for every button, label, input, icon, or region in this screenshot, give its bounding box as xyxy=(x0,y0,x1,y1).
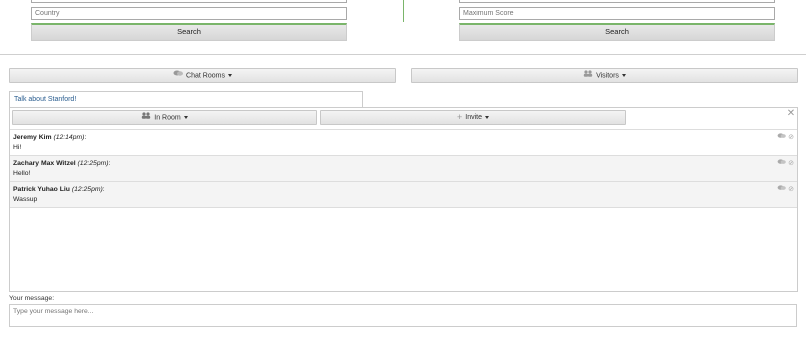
in-room-button[interactable]: In Room xyxy=(12,110,317,125)
composer-label: Your message: xyxy=(9,295,55,302)
people-icon xyxy=(141,111,151,124)
message-input[interactable] xyxy=(9,304,797,327)
block-icon[interactable]: ⊘ xyxy=(788,134,794,141)
list-item: Patrick Yuhao Liu (12:25pm): Wassup ⊘ xyxy=(10,182,797,208)
chat-rooms-button[interactable]: Chat Rooms xyxy=(9,68,396,83)
chat-rooms-label: Chat Rooms xyxy=(186,72,225,80)
vertical-divider xyxy=(403,0,404,22)
message-list: Jeremy Kim (12:14pm): Hi! ⊘ Zachary Max … xyxy=(10,129,797,208)
in-room-label: In Room xyxy=(154,114,181,122)
message-actions: ⊘ xyxy=(777,133,794,143)
message-time: (12:25pm) xyxy=(71,186,103,193)
left-search-button[interactable]: Search xyxy=(31,23,347,41)
room-tab-label: Talk about Stanford! xyxy=(14,96,77,103)
message-author: Patrick Yuhao Liu xyxy=(13,186,70,193)
chat-bubbles-icon[interactable] xyxy=(777,185,786,193)
chat-bubbles-icon[interactable] xyxy=(777,159,786,167)
right-field-above[interactable] xyxy=(459,0,775,3)
close-icon[interactable]: ✕ xyxy=(786,108,796,120)
list-item: Zachary Max Witzel (12:25pm): Hello! ⊘ xyxy=(10,156,797,182)
country-input[interactable] xyxy=(31,7,347,20)
message-author: Jeremy Kim xyxy=(13,134,52,141)
block-icon[interactable]: ⊘ xyxy=(788,186,794,193)
plus-icon: + xyxy=(457,111,463,122)
chevron-down-icon xyxy=(183,116,188,119)
chevron-down-icon xyxy=(227,74,232,77)
chevron-down-icon xyxy=(621,74,626,77)
people-icon xyxy=(583,69,593,82)
message-text: Wassup xyxy=(13,195,38,203)
invite-label: Invite xyxy=(465,114,482,121)
chat-bubbles-icon[interactable] xyxy=(777,133,786,141)
message-author: Zachary Max Witzel xyxy=(13,160,76,167)
message-time: (12:14pm) xyxy=(53,134,85,141)
maximum-score-input[interactable] xyxy=(459,7,775,20)
section-divider xyxy=(0,54,806,55)
visitors-button[interactable]: Visitors xyxy=(411,68,798,83)
message-text: Hi! xyxy=(13,143,22,151)
list-item: Jeremy Kim (12:14pm): Hi! ⊘ xyxy=(10,129,797,156)
chevron-down-icon xyxy=(485,115,489,119)
message-actions: ⊘ xyxy=(777,159,794,169)
message-time: (12:25pm) xyxy=(77,160,109,167)
chat-bubbles-icon xyxy=(173,69,184,82)
room-tab[interactable]: Talk about Stanford! xyxy=(9,91,363,107)
visitors-label: Visitors xyxy=(596,72,619,80)
block-icon[interactable]: ⊘ xyxy=(788,160,794,167)
invite-button[interactable]: + Invite xyxy=(320,110,626,125)
right-search-button[interactable]: Search xyxy=(459,23,775,41)
message-text: Hello! xyxy=(13,169,31,177)
left-field-above[interactable] xyxy=(31,0,347,3)
message-actions: ⊘ xyxy=(777,185,794,195)
